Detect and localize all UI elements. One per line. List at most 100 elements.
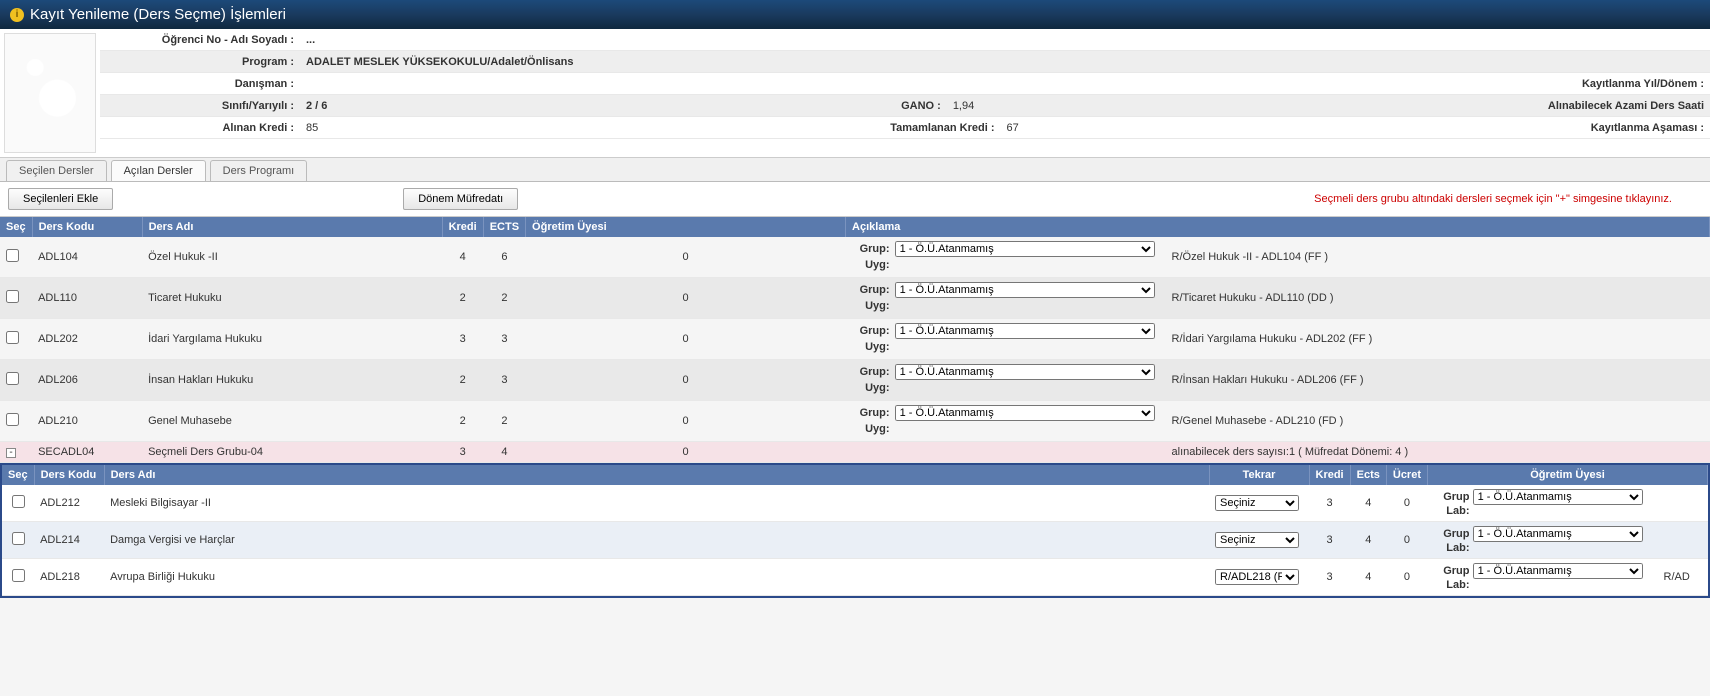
select-checkbox[interactable] bbox=[6, 331, 19, 344]
cell-instr: 0 bbox=[526, 278, 846, 319]
cell-name: Avrupa Birliği Hukuku bbox=[104, 559, 1209, 596]
cell-ucret: 0 bbox=[1386, 522, 1427, 559]
gano-value: 1,94 bbox=[947, 97, 980, 115]
info-icon: i bbox=[10, 8, 24, 22]
col-kredi: Kredi bbox=[442, 217, 483, 237]
repeat-select[interactable]: Seçiniz bbox=[1215, 532, 1299, 548]
cell-desc: R/Genel Muhasebe - ADL210 (FD ) bbox=[1166, 401, 1710, 442]
cell-code: ADL104 bbox=[32, 237, 142, 278]
scol-kredi: Kredi bbox=[1309, 465, 1350, 485]
cell-ects: 4 bbox=[483, 442, 525, 463]
elective-hint: Seçmeli ders grubu altındaki dersleri se… bbox=[1314, 193, 1672, 205]
cell-code: ADL210 bbox=[32, 401, 142, 442]
add-selected-button[interactable]: Seçilenleri Ekle bbox=[8, 188, 113, 210]
select-checkbox[interactable] bbox=[6, 249, 19, 262]
table-row: ADL214Damga Vergisi ve HarçlarSeçiniz340… bbox=[2, 522, 1708, 559]
cell-desc: alınabilecek ders sayısı:1 ( Müfredat Dö… bbox=[1166, 442, 1710, 463]
cell-ects: 4 bbox=[1350, 485, 1386, 522]
cell-group: Grup: 1 - Ö.Ü.AtanmamışUyg: bbox=[846, 319, 1166, 360]
group-select[interactable]: 1 - Ö.Ü.Atanmamış bbox=[895, 405, 1155, 421]
cell-ects: 2 bbox=[483, 401, 525, 442]
cell-group: Grup: 1 - Ö.Ü.AtanmamışUyg: bbox=[846, 237, 1166, 278]
scol-sec: Seç bbox=[2, 465, 34, 485]
cell-code: ADL202 bbox=[32, 319, 142, 360]
select-checkbox[interactable] bbox=[6, 290, 19, 303]
scol-ucret: Ücret bbox=[1386, 465, 1427, 485]
cell-desc: R/İdari Yargılama Hukuku - ADL202 (FF ) bbox=[1166, 319, 1710, 360]
cell-code: SECADL04 bbox=[32, 442, 142, 463]
toolbar: Seçilenleri Ekle Dönem Müfredatı Seçmeli… bbox=[0, 182, 1710, 217]
collapse-icon[interactable]: - bbox=[6, 448, 16, 458]
cell-kredi: 4 bbox=[442, 237, 483, 278]
cell-instr: 0 bbox=[526, 360, 846, 401]
student-info-panel: Öğrenci No - Adı Soyadı : ... Program : … bbox=[0, 29, 1710, 158]
program-label: Program : bbox=[100, 53, 300, 71]
cell-instr: 0 bbox=[526, 319, 846, 360]
repeat-select[interactable]: R/ADL218 (FI bbox=[1215, 569, 1299, 585]
select-checkbox[interactable] bbox=[12, 532, 25, 545]
cell-extra bbox=[1658, 485, 1708, 522]
cell-kredi: 2 bbox=[442, 360, 483, 401]
select-checkbox[interactable] bbox=[6, 413, 19, 426]
scol-repeat: Tekrar bbox=[1209, 465, 1309, 485]
tab-schedule[interactable]: Ders Programı bbox=[210, 160, 308, 181]
scol-code: Ders Kodu bbox=[34, 465, 104, 485]
group-select[interactable]: 1 - Ö.Ü.Atanmamış bbox=[895, 323, 1155, 339]
cell-ects: 6 bbox=[483, 237, 525, 278]
select-checkbox[interactable] bbox=[12, 495, 25, 508]
group-select[interactable]: 1 - Ö.Ü.Atanmamış bbox=[895, 241, 1155, 257]
cell-group: Grup: 1 - Ö.Ü.AtanmamışUyg: bbox=[846, 360, 1166, 401]
group-select[interactable]: 1 - Ö.Ü.Atanmamış bbox=[895, 282, 1155, 298]
cell-ects: 4 bbox=[1350, 522, 1386, 559]
window-title: Kayıt Yenileme (Ders Seçme) İşlemleri bbox=[30, 6, 286, 23]
cell-name: Seçmeli Ders Grubu-04 bbox=[142, 442, 442, 463]
cell-ucret: 0 bbox=[1386, 559, 1427, 596]
cell-desc: R/Özel Hukuk -II - ADL104 (FF ) bbox=[1166, 237, 1710, 278]
cell-instr: 0 bbox=[526, 237, 846, 278]
cell-ects: 3 bbox=[483, 360, 525, 401]
col-code: Ders Kodu bbox=[32, 217, 142, 237]
cell-group: Grup 1 - Ö.Ü.AtanmamışLab: bbox=[1428, 559, 1658, 596]
group-select[interactable]: 1 - Ö.Ü.Atanmamış bbox=[1473, 526, 1643, 542]
class-label: Sınıfı/Yarıyılı : bbox=[100, 97, 300, 115]
cell-name: Mesleki Bilgisayar -II bbox=[104, 485, 1209, 522]
max-hours-label: Alınabilecek Azami Ders Saati bbox=[1542, 97, 1710, 115]
col-ects: ECTS bbox=[483, 217, 525, 237]
completed-label: Tamamlanan Kredi : bbox=[884, 119, 1000, 137]
repeat-select[interactable]: Seçiniz bbox=[1215, 495, 1299, 511]
credit-value: 85 bbox=[300, 119, 324, 137]
cell-name: Özel Hukuk -II bbox=[142, 237, 442, 278]
reg-stage-label: Kayıtlanma Aşaması : bbox=[1585, 119, 1710, 137]
cell-kredi: 3 bbox=[442, 319, 483, 360]
curriculum-button[interactable]: Dönem Müfredatı bbox=[403, 188, 518, 210]
group-select[interactable]: 1 - Ö.Ü.Atanmamış bbox=[895, 364, 1155, 380]
group-select[interactable]: 1 - Ö.Ü.Atanmamış bbox=[1473, 489, 1643, 505]
cell-group: Grup 1 - Ö.Ü.AtanmamışLab: bbox=[1428, 522, 1658, 559]
cell-ects: 4 bbox=[1350, 559, 1386, 596]
col-name: Ders Adı bbox=[142, 217, 442, 237]
elective-sub-panel: Seç Ders Kodu Ders Adı Tekrar Kredi Ects… bbox=[0, 463, 1710, 598]
tab-bar: Seçilen Dersler Açılan Dersler Ders Prog… bbox=[0, 158, 1710, 182]
select-checkbox[interactable] bbox=[6, 372, 19, 385]
group-select[interactable]: 1 - Ö.Ü.Atanmamış bbox=[1473, 563, 1643, 579]
class-value: 2 / 6 bbox=[300, 97, 333, 115]
cell-code: ADL214 bbox=[34, 522, 104, 559]
col-instr: Öğretim Üyesi bbox=[526, 217, 846, 237]
cell-group: Grup 1 - Ö.Ü.AtanmamışLab: bbox=[1428, 485, 1658, 522]
table-row: ADL202İdari Yargılama Hukuku330Grup: 1 -… bbox=[0, 319, 1710, 360]
cell-name: Ticaret Hukuku bbox=[142, 278, 442, 319]
cell-extra bbox=[1658, 522, 1708, 559]
tab-selected-courses[interactable]: Seçilen Dersler bbox=[6, 160, 107, 181]
cell-ucret: 0 bbox=[1386, 485, 1427, 522]
program-value: ADALET MESLEK YÜKSEKOKULU/Adalet/Önlisan… bbox=[300, 53, 580, 71]
cell-name: Genel Muhasebe bbox=[142, 401, 442, 442]
cell-group: Grup: 1 - Ö.Ü.AtanmamışUyg: bbox=[846, 278, 1166, 319]
window-titlebar: i Kayıt Yenileme (Ders Seçme) İşlemleri bbox=[0, 0, 1710, 29]
select-checkbox[interactable] bbox=[12, 569, 25, 582]
completed-value: 67 bbox=[1001, 119, 1025, 137]
tab-offered-courses[interactable]: Açılan Dersler bbox=[111, 160, 206, 181]
advisor-label: Danışman : bbox=[100, 75, 300, 93]
courses-table: Seç Ders Kodu Ders Adı Kredi ECTS Öğreti… bbox=[0, 217, 1710, 463]
cell-ects: 2 bbox=[483, 278, 525, 319]
elective-group-row: -SECADL04Seçmeli Ders Grubu-04340alınabi… bbox=[0, 442, 1710, 463]
